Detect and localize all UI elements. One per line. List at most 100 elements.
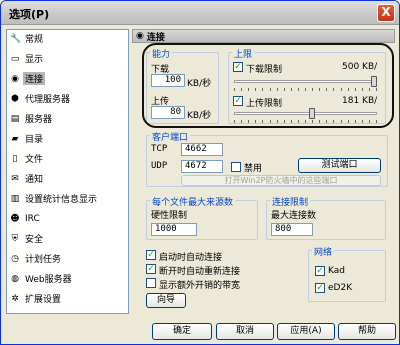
- upload-limit-slider[interactable]: [234, 108, 377, 119]
- limits-group: 上限 ✓ 下载限制 500 KB/ ✓ 上传限制 181 KB/: [228, 47, 386, 124]
- download-limit-checkbox[interactable]: ✓: [233, 62, 243, 72]
- open-firewall-ports-button[interactable]: 打开Win2P防火墙中的这些端口: [181, 175, 381, 186]
- slider-tick: [270, 120, 271, 123]
- slider-tick: [333, 88, 334, 91]
- autoconnect-label: 启动时自动连接: [159, 253, 223, 263]
- clock-icon: ◷: [11, 253, 19, 264]
- download-capacity-input[interactable]: 100: [151, 74, 185, 87]
- slider-tick: [376, 88, 377, 91]
- slider-tick: [333, 120, 334, 123]
- sidebar-item-label: 服务器: [25, 115, 53, 126]
- slider-tick: [248, 120, 249, 123]
- slider-tick: [262, 120, 263, 123]
- connection-panel: ◉ 连接 能力 下载 100 KB/秒 上传 80 KB/秒 上限 ✓ 下载限制…: [132, 29, 395, 314]
- wizard-button[interactable]: 向导: [146, 293, 186, 308]
- sidebar-item[interactable]: ▰ 目录: [7, 132, 128, 146]
- tcp-label: TCP: [151, 144, 168, 154]
- kad-checkbox[interactable]: ✓: [315, 266, 325, 276]
- max-sources-group-title: 每个文件最大来源数: [150, 195, 236, 208]
- slider-tick: [291, 88, 292, 91]
- ed2k-checkbox[interactable]: ✓: [315, 283, 325, 293]
- irc-icon: ☻: [10, 213, 20, 224]
- panel-title: 连接: [146, 32, 165, 43]
- slider-tick: [376, 120, 377, 123]
- connection-limit-group: 连接限制 最大连接数 800: [266, 195, 386, 240]
- download-limit-slider[interactable]: [234, 76, 377, 87]
- test-port-button[interactable]: 测试端口: [298, 158, 381, 173]
- sidebar-item[interactable]: ✲ 扩展设置: [7, 292, 128, 306]
- globe-icon: ◍: [11, 273, 19, 284]
- slider-tick: [241, 120, 242, 123]
- max-connections-input[interactable]: 800: [271, 223, 313, 236]
- upload-limit-checkbox[interactable]: ✓: [233, 96, 243, 106]
- shield-icon: ⛨: [11, 233, 19, 244]
- upload-slider-thumb[interactable]: [309, 108, 315, 119]
- autoconnect-checkbox[interactable]: ✓: [146, 250, 156, 260]
- sidebar-item[interactable]: ▤ 服务器: [7, 112, 128, 126]
- sidebar-item-label: 安全: [25, 235, 44, 246]
- slider-tick: [284, 120, 285, 123]
- slider-tick: [255, 120, 256, 123]
- slider-tick: [312, 88, 313, 91]
- slider-tick: [326, 120, 327, 123]
- slider-tick: [312, 120, 313, 123]
- sidebar-item[interactable]: ⬢ 代理服务器: [7, 92, 128, 106]
- slider-tick: [305, 120, 306, 123]
- disable-udp-checkbox[interactable]: [231, 162, 241, 172]
- sidebar-item[interactable]: ☻ IRC: [7, 212, 128, 226]
- sidebar-item[interactable]: ▯ 文件: [7, 152, 128, 166]
- download-slider-thumb[interactable]: [371, 76, 377, 87]
- ok-button[interactable]: 确定: [152, 323, 212, 340]
- slider-tick: [319, 88, 320, 91]
- slider-tick: [355, 120, 356, 123]
- window-title: 选项(P): [9, 8, 50, 21]
- sidebar-item[interactable]: ◍ Web服务器: [7, 272, 128, 286]
- sidebar-item-label: Web服务器: [25, 275, 72, 286]
- download-slider-track: [234, 80, 377, 83]
- connection-icon: ◉: [136, 31, 144, 41]
- tcp-port-input[interactable]: 4662: [181, 143, 223, 156]
- sidebar-item-label: 常规: [25, 35, 44, 46]
- slider-tick: [234, 120, 235, 123]
- reconnect-checkbox[interactable]: ✓: [146, 264, 156, 274]
- sidebar-item[interactable]: 🔧 常规: [7, 32, 128, 46]
- help-button[interactable]: 帮助: [338, 323, 396, 340]
- slider-tick: [341, 120, 342, 123]
- sidebar-item[interactable]: ◉ 连接: [7, 72, 128, 86]
- slider-tick: [270, 88, 271, 91]
- sidebar-item-label: 通知: [25, 175, 44, 186]
- sidebar-item[interactable]: ⛨ 安全: [7, 232, 128, 246]
- download-slider-ticks: [234, 88, 377, 92]
- apply-button[interactable]: 应用(A): [277, 323, 335, 340]
- slider-tick: [348, 88, 349, 91]
- sidebar-item[interactable]: ▥ 设置统计信息显示: [7, 192, 128, 206]
- network-group-title: 网络: [312, 245, 335, 258]
- slider-tick: [255, 88, 256, 91]
- sidebar-item-label: 扩展设置: [25, 295, 62, 306]
- upload-capacity-input[interactable]: 80: [151, 106, 185, 119]
- folder-icon: ▰: [11, 133, 19, 144]
- network-group: 网络 ✓ Kad ✓ eD2K: [308, 245, 386, 302]
- sidebar-item[interactable]: ◷ 计划任务: [7, 252, 128, 266]
- slider-tick: [369, 88, 370, 91]
- slider-tick: [248, 88, 249, 91]
- close-button[interactable]: X: [377, 4, 395, 22]
- display-icon: ▭: [10, 53, 20, 64]
- overhead-checkbox[interactable]: [146, 278, 156, 288]
- udp-port-input[interactable]: 4672: [181, 160, 223, 173]
- sidebar-item[interactable]: ✉ 通知: [7, 172, 128, 186]
- sidebar-item[interactable]: ▭ 显示: [7, 52, 128, 66]
- kad-label: Kad: [328, 266, 345, 276]
- disable-udp-label: 禁用: [244, 164, 263, 174]
- upload-limit-value: 181 KB/: [342, 96, 378, 106]
- slider-tick: [277, 88, 278, 91]
- download-limit-label: 下载限制: [246, 65, 283, 75]
- sidebar-item-label: 文件: [25, 155, 44, 166]
- sidebar-item-label: IRC: [25, 213, 40, 224]
- hard-limit-input[interactable]: 1000: [151, 223, 197, 236]
- max-sources-group: 每个文件最大来源数 硬性限制 1000: [146, 195, 258, 240]
- slider-tick: [305, 88, 306, 91]
- cancel-button[interactable]: 取消: [216, 323, 274, 340]
- sidebar-item-label: 目录: [25, 135, 44, 146]
- slider-tick: [348, 120, 349, 123]
